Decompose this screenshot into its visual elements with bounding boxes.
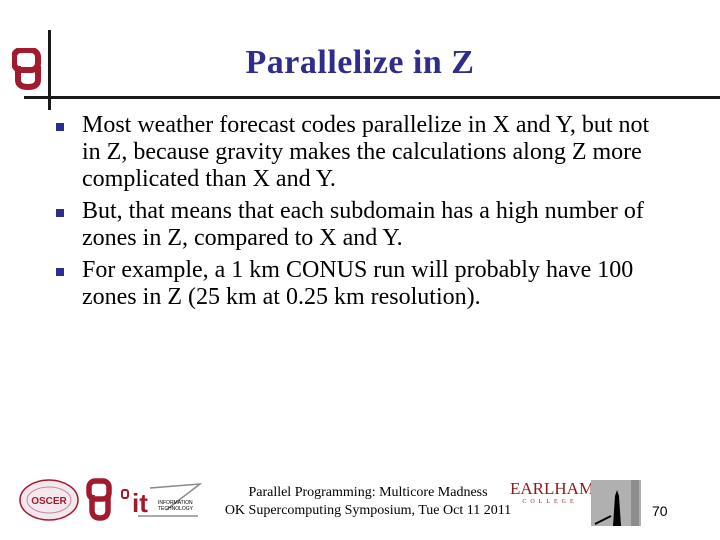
square-bullet-icon xyxy=(56,268,64,276)
square-bullet-icon xyxy=(56,209,64,217)
footer-text: Parallel Programming: Multicore Madness … xyxy=(218,484,518,520)
header-horizontal-rule xyxy=(24,96,720,99)
bullet-text: For example, a 1 km CONUS run will proba… xyxy=(82,257,634,310)
footer-line-2: OK Supercomputing Symposium, Tue Oct 11 … xyxy=(224,503,512,518)
skyline-photo-icon xyxy=(591,480,641,526)
bullet-item: For example, a 1 km CONUS run will proba… xyxy=(48,257,668,311)
it-logo-sub2: TECHNOLOGY xyxy=(158,506,194,512)
bullet-list: Most weather forecast codes parallelize … xyxy=(48,112,668,316)
ou-footer-logo-icon xyxy=(86,478,112,521)
page-number: 70 xyxy=(652,503,668,519)
bullet-item: Most weather forecast codes parallelize … xyxy=(48,112,668,193)
bullet-text: But, that means that each subdomain has … xyxy=(82,198,644,251)
footer-line-1: Parallel Programming: Multicore Madness xyxy=(248,485,488,500)
oscer-logo-icon: OSCER xyxy=(19,479,79,521)
square-bullet-icon xyxy=(56,123,64,131)
it-logo-text: it xyxy=(132,488,148,518)
earlham-logo-name: EARLHAM xyxy=(510,479,595,498)
slide-title: Parallelize in Z xyxy=(245,44,475,81)
oscer-logo-text: OSCER xyxy=(31,496,67,507)
footer-logos: OSCER it INFORMATION TECHNOLOGY xyxy=(18,478,202,522)
bullet-item: But, that means that each subdomain has … xyxy=(48,198,668,252)
earlham-logo-sub: COLLEGE xyxy=(522,499,578,505)
it-logo-icon: it INFORMATION TECHNOLOGY xyxy=(121,483,202,518)
bullet-text: Most weather forecast codes parallelize … xyxy=(82,112,650,192)
earlham-logo: EARLHAM COLLEGE xyxy=(510,479,595,506)
